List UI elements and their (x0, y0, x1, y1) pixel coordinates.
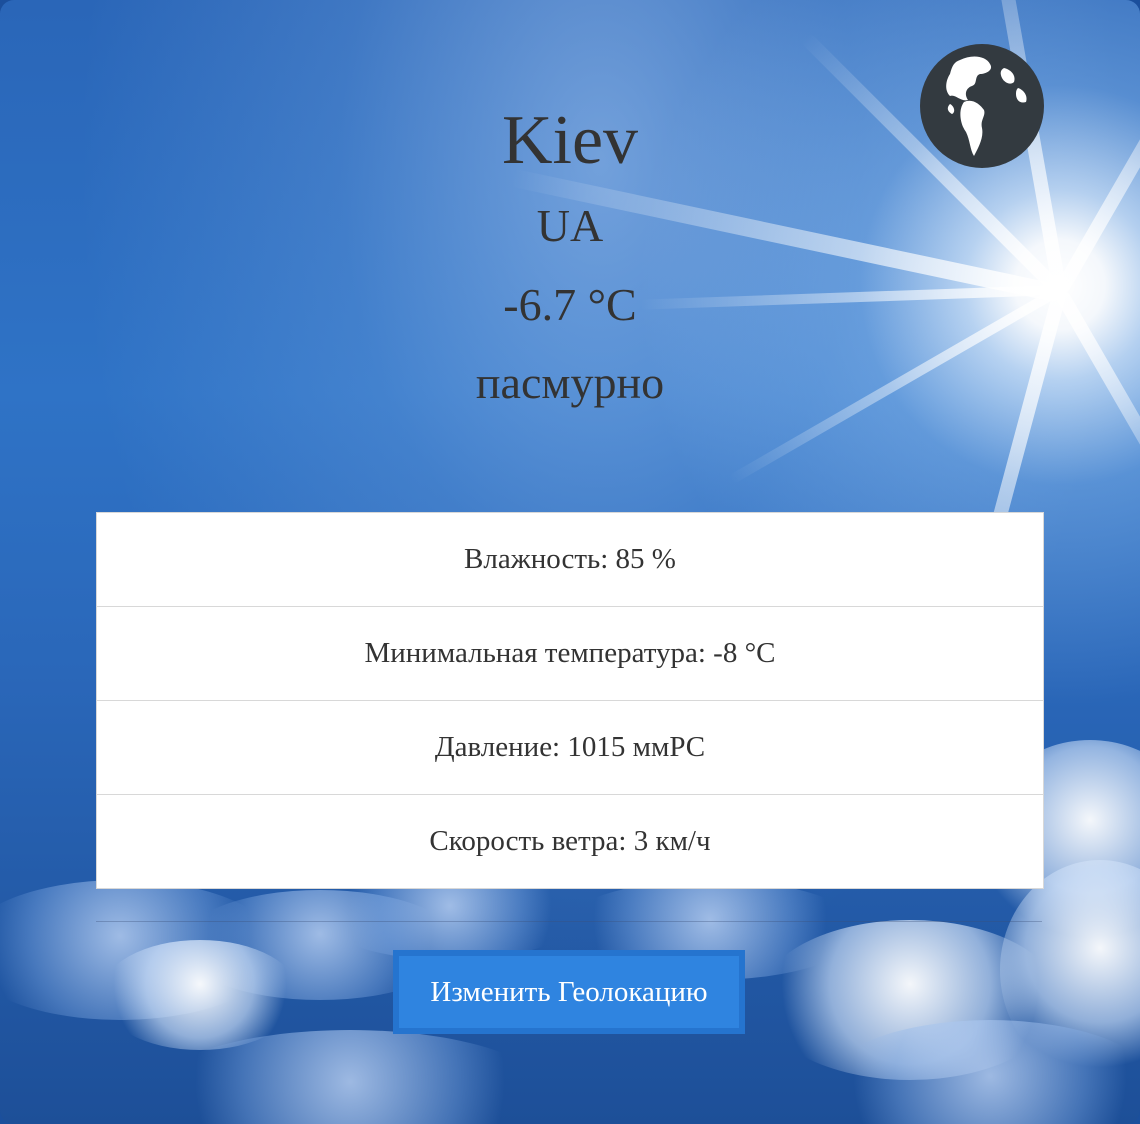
detail-min-temperature: Минимальная температура: -8 °C (97, 607, 1043, 701)
current-temperature: -6.7 °C (503, 279, 637, 330)
country-code: UA (536, 200, 604, 251)
detail-humidity: Влажность: 85 % (97, 513, 1043, 607)
weather-condition: пасмурно (475, 357, 665, 408)
detail-wind-speed: Скорость ветра: 3 км/ч (429, 825, 711, 857)
weather-app: Kiev UA -6.7 °C пасмурно Влажность: 85 %… (0, 0, 1140, 1124)
city-name: Kiev (501, 102, 639, 179)
detail-pressure: Давление: 1015 ммРС (97, 701, 1043, 795)
divider (96, 921, 1042, 922)
weather-details-list: Влажность: 85 % Минимальная температура:… (96, 512, 1044, 889)
change-location-button[interactable]: Изменить Геолокацию (393, 950, 745, 1034)
current-weather-header: Kiev UA -6.7 °C пасмурно (0, 96, 1140, 422)
